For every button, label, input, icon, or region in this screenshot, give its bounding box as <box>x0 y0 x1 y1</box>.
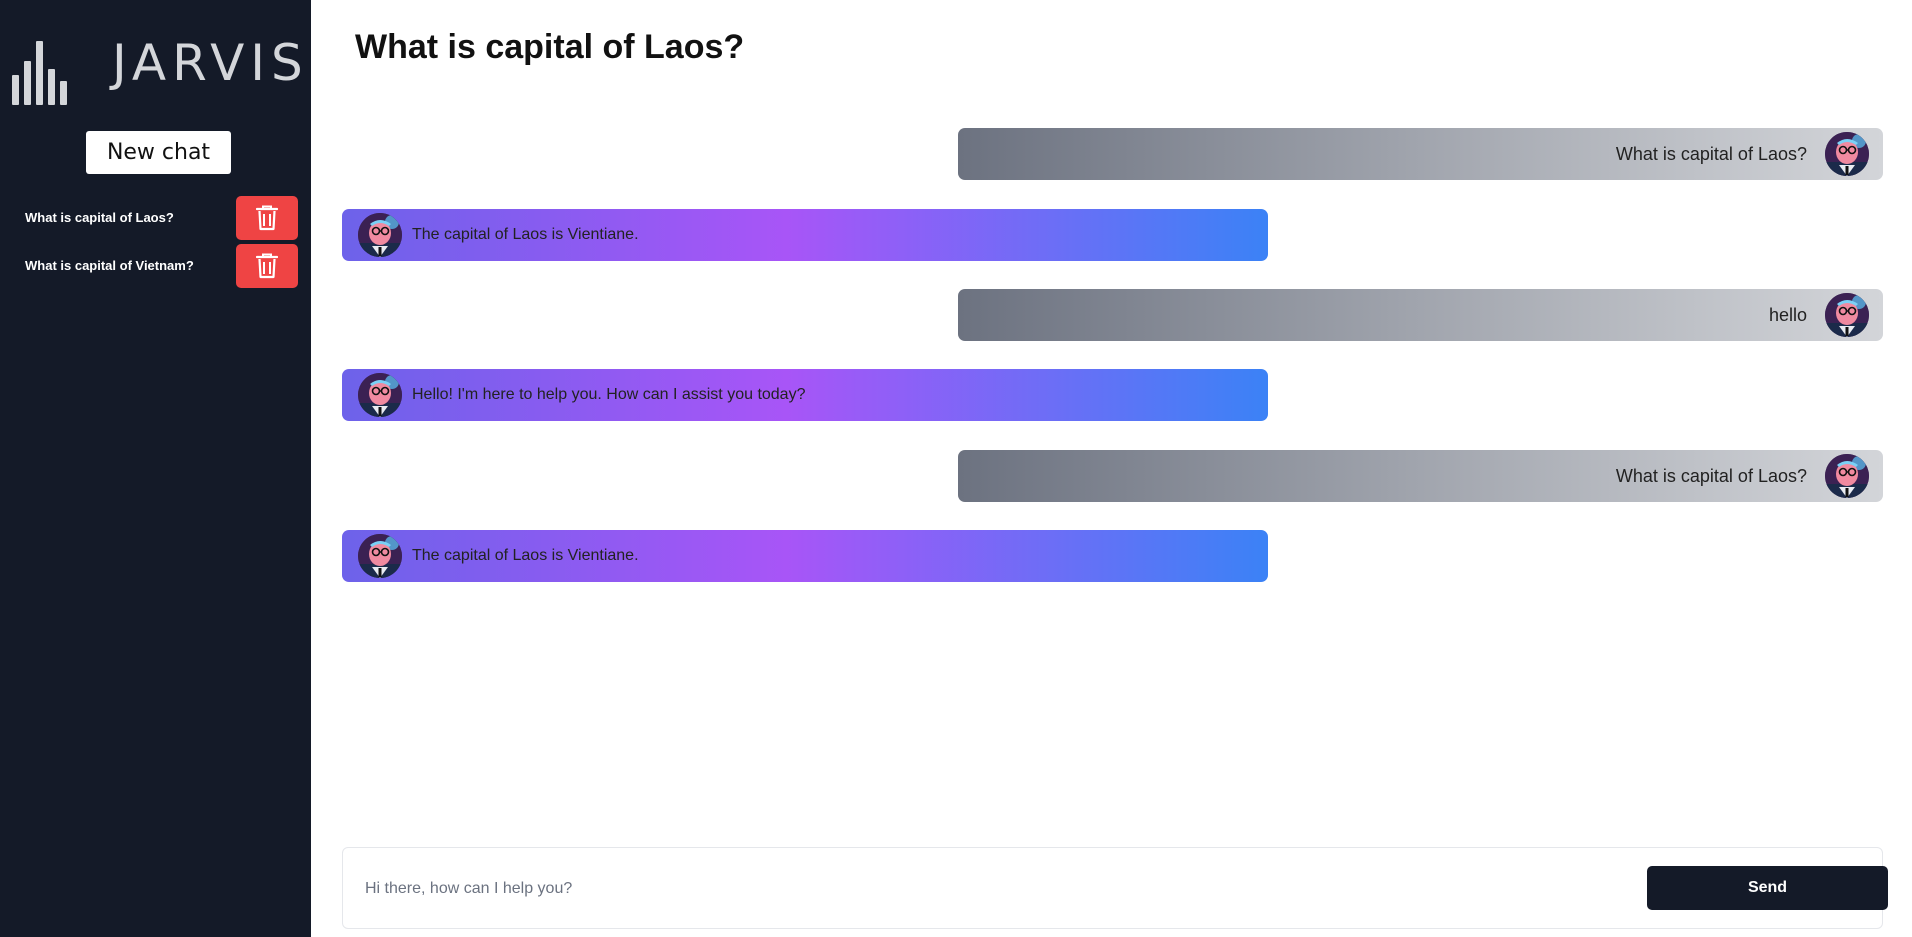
sound-bars-icon <box>12 30 68 105</box>
avatar <box>1825 132 1869 176</box>
history-item-label[interactable]: What is capital of Vietnam? <box>25 244 194 288</box>
assistant-message: The capital of Laos is Vientiane. <box>342 209 1268 261</box>
new-chat-button[interactable]: New chat <box>86 131 231 174</box>
message-text: What is capital of Laos? <box>1615 465 1807 486</box>
user-message: What is capital of Laos? <box>958 128 1883 180</box>
send-button[interactable]: Send <box>1647 866 1888 910</box>
delete-chat-button[interactable] <box>236 244 298 288</box>
avatar <box>1825 454 1869 498</box>
message-text: hello <box>1768 304 1807 325</box>
message-text: Hello! I'm here to help you. How can I a… <box>412 386 806 403</box>
message-composer: Send <box>342 847 1888 929</box>
history-item-label[interactable]: What is capital of Laos? <box>25 196 174 240</box>
avatar <box>358 534 402 578</box>
history-item[interactable]: What is capital of Laos? <box>0 196 311 240</box>
user-message: hello <box>958 289 1883 341</box>
avatar <box>358 373 402 417</box>
assistant-message: The capital of Laos is Vientiane. <box>342 530 1268 582</box>
trash-icon <box>256 253 278 279</box>
message-text: What is capital of Laos? <box>1615 143 1807 164</box>
history-item[interactable]: What is capital of Vietnam? <box>0 244 311 288</box>
message-input[interactable] <box>363 868 1547 910</box>
delete-chat-button[interactable] <box>236 196 298 240</box>
avatar <box>358 213 402 257</box>
chat-main: What is capital of Laos? What is capital… <box>311 0 1912 937</box>
message-text: The capital of Laos is Vientiane. <box>412 226 639 243</box>
sidebar: JARVIS New chat What is capital of Laos?… <box>0 0 311 937</box>
app-logo: JARVIS <box>12 30 303 105</box>
page-title: What is capital of Laos? <box>355 28 745 66</box>
user-message: What is capital of Laos? <box>958 450 1883 502</box>
avatar <box>1825 293 1869 337</box>
assistant-message: Hello! I'm here to help you. How can I a… <box>342 369 1268 421</box>
logo-text: JARVIS <box>112 34 309 92</box>
message-text: The capital of Laos is Vientiane. <box>412 547 639 564</box>
trash-icon <box>256 205 278 231</box>
